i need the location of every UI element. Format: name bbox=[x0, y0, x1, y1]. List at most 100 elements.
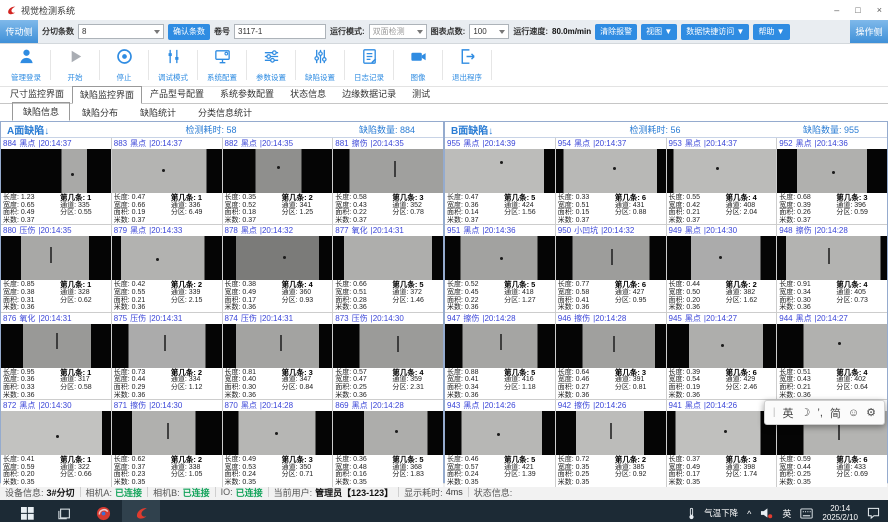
tray-expand-icon[interactable]: ^ bbox=[747, 509, 751, 519]
defect-cell[interactable]: 942擦伤|20:14:26长度: 0.72宽度: 0.35面积: 0.25米数… bbox=[556, 400, 666, 486]
defect-cell[interactable]: 884黑点|20:14:37长度: 1.23宽度: 0.65面积: 0.49米数… bbox=[1, 138, 111, 224]
toolbar-item-debug[interactable]: 调试模式 bbox=[151, 47, 195, 83]
taskbar-app-browser[interactable] bbox=[84, 500, 122, 522]
defect-cell[interactable]: 879黑点|20:14:33长度: 0.42宽度: 0.55面积: 0.21米数… bbox=[112, 225, 222, 311]
defect-cell[interactable]: 951黑点|20:14:36长度: 0.52宽度: 0.45面积: 0.22米数… bbox=[445, 225, 555, 311]
defect-image[interactable] bbox=[333, 324, 443, 368]
defect-cell[interactable]: 880压伤|20:14:35长度: 0.85宽度: 0.38面积: 0.31米数… bbox=[1, 225, 111, 311]
ime-settings-icon[interactable]: ⚙ bbox=[866, 406, 876, 419]
roll-number-input[interactable]: 3117-1 bbox=[234, 24, 326, 39]
confirm-count-button[interactable]: 确认条数 bbox=[168, 24, 210, 40]
volume-icon[interactable] bbox=[760, 507, 773, 519]
defect-image[interactable] bbox=[556, 324, 666, 368]
defect-image[interactable] bbox=[333, 411, 443, 455]
toolbar-item-camera[interactable]: 图像 bbox=[396, 47, 440, 83]
ime-halfwidth-icon[interactable]: ☽ bbox=[801, 406, 811, 419]
defect-image[interactable] bbox=[333, 236, 443, 280]
defect-image[interactable] bbox=[445, 236, 555, 280]
defect-cell[interactable]: 878黑点|20:14:32长度: 0.38宽度: 0.49面积: 0.17米数… bbox=[223, 225, 333, 311]
main-tab-6[interactable]: 边缘数据记录 bbox=[334, 85, 404, 103]
defect-image[interactable] bbox=[445, 324, 555, 368]
defect-cell[interactable]: 870黑点|20:14:28长度: 0.49宽度: 0.53面积: 0.24米数… bbox=[223, 400, 333, 486]
notification-center-icon[interactable] bbox=[867, 507, 880, 519]
slit-count-select[interactable]: 8 bbox=[78, 24, 164, 39]
defect-image[interactable] bbox=[667, 149, 777, 193]
defect-image[interactable] bbox=[1, 149, 111, 193]
defect-cell[interactable]: 949黑点|20:14:30长度: 0.44宽度: 0.50面积: 0.20米数… bbox=[667, 225, 777, 311]
defect-cell[interactable]: 944黑点|20:14:27长度: 0.51宽度: 0.43面积: 0.21米数… bbox=[777, 313, 887, 399]
minimize-button[interactable]: – bbox=[834, 6, 839, 15]
ime-emoji-icon[interactable]: ☺ bbox=[848, 407, 859, 419]
help-menu-button[interactable]: 帮助 ▼ bbox=[753, 24, 789, 40]
defect-cell[interactable]: 877氧化|20:14:31长度: 0.66宽度: 0.51面积: 0.28米数… bbox=[333, 225, 443, 311]
touch-keyboard-icon[interactable] bbox=[800, 508, 813, 519]
defect-image[interactable] bbox=[556, 149, 666, 193]
sub-tab-2[interactable]: 缺陷分布 bbox=[72, 104, 128, 121]
toolbar-item-exit[interactable]: 退出程序 bbox=[445, 47, 489, 83]
defect-image[interactable] bbox=[777, 324, 887, 368]
defect-image[interactable] bbox=[223, 324, 333, 368]
task-view-button[interactable] bbox=[46, 500, 84, 522]
taskbar-clock[interactable]: 20:14 2025/2/10 bbox=[822, 504, 858, 522]
defect-image[interactable] bbox=[333, 149, 443, 193]
thermometer-icon[interactable] bbox=[688, 507, 695, 520]
defect-image[interactable] bbox=[777, 149, 887, 193]
defect-cell[interactable]: 876氧化|20:14:31长度: 0.95宽度: 0.36面积: 0.33米数… bbox=[1, 313, 111, 399]
defect-cell[interactable]: 945黑点|20:14:27长度: 0.39宽度: 0.54面积: 0.19米数… bbox=[667, 313, 777, 399]
drive-side-button[interactable]: 传动侧 bbox=[0, 20, 38, 43]
defect-cell[interactable]: 883黑点|20:14:37长度: 0.47宽度: 0.66面积: 0.19米数… bbox=[112, 138, 222, 224]
main-tab-7[interactable]: 测试 bbox=[404, 85, 438, 103]
defect-cell[interactable]: 941黑点|20:14:26长度: 0.37宽度: 0.49面积: 0.17米数… bbox=[667, 400, 777, 486]
defect-cell[interactable]: 881擦伤|20:14:35长度: 0.58宽度: 0.43面积: 0.22米数… bbox=[333, 138, 443, 224]
ime-punctuation[interactable]: ’, bbox=[817, 407, 823, 419]
defect-image[interactable] bbox=[1, 411, 111, 455]
defect-cell[interactable]: 869黑点|20:14:28长度: 0.36宽度: 0.48面积: 0.16米数… bbox=[333, 400, 443, 486]
defect-image[interactable] bbox=[223, 236, 333, 280]
defect-image[interactable] bbox=[223, 149, 333, 193]
toolbar-item-play[interactable]: 开始 bbox=[53, 47, 97, 83]
start-button[interactable] bbox=[8, 500, 46, 522]
toolbar-item-defect-settings[interactable]: 缺陷设置 bbox=[298, 47, 342, 83]
main-tab-4[interactable]: 系统参数配置 bbox=[212, 85, 282, 103]
defect-image[interactable] bbox=[556, 236, 666, 280]
defect-cell[interactable]: 943黑点|20:14:26长度: 0.46宽度: 0.57面积: 0.24米数… bbox=[445, 400, 555, 486]
defect-cell[interactable]: 948擦伤|20:14:28长度: 0.91宽度: 0.34面积: 0.30米数… bbox=[777, 225, 887, 311]
toolbar-item-stop[interactable]: 停止 bbox=[102, 47, 146, 83]
defect-cell[interactable]: 875压伤|20:14:31长度: 0.73宽度: 0.44面积: 0.29米数… bbox=[112, 313, 222, 399]
defect-cell[interactable]: 952黑点|20:14:36长度: 0.68宽度: 0.39面积: 0.26米数… bbox=[777, 138, 887, 224]
defect-cell[interactable]: 950小凹坑|20:14:32长度: 0.77宽度: 0.58面积: 0.41米… bbox=[556, 225, 666, 311]
main-tab-5[interactable]: 状态信息 bbox=[282, 85, 334, 103]
defect-image[interactable] bbox=[1, 236, 111, 280]
defect-image[interactable] bbox=[112, 236, 222, 280]
defect-image[interactable] bbox=[667, 324, 777, 368]
defect-cell[interactable]: 953黑点|20:14:37长度: 0.55宽度: 0.42面积: 0.21米数… bbox=[667, 138, 777, 224]
toolbar-item-user[interactable]: 管理登录 bbox=[4, 47, 48, 83]
chart-points-select[interactable]: 100 bbox=[469, 24, 509, 39]
defect-cell[interactable]: 947擦伤|20:14:28长度: 0.88宽度: 0.41面积: 0.34米数… bbox=[445, 313, 555, 399]
weather-text[interactable]: 气温下降 bbox=[704, 507, 738, 519]
toolbar-item-log[interactable]: 日志记录 bbox=[347, 47, 391, 83]
sub-tab-4[interactable]: 分类信息统计 bbox=[188, 104, 262, 121]
defect-cell[interactable]: 872黑点|20:14:30长度: 0.41宽度: 0.59面积: 0.20米数… bbox=[1, 400, 111, 486]
defect-image[interactable] bbox=[667, 236, 777, 280]
defect-image[interactable] bbox=[556, 411, 666, 455]
ime-language-indicator[interactable]: 英 bbox=[782, 507, 791, 520]
main-tab-2[interactable]: 缺陷监控界面 bbox=[72, 86, 142, 104]
sub-tab-3[interactable]: 缺陷统计 bbox=[130, 104, 186, 121]
view-menu-button[interactable]: 视图 ▼ bbox=[641, 24, 677, 40]
defect-image[interactable] bbox=[1, 324, 111, 368]
defect-image[interactable] bbox=[777, 236, 887, 280]
sub-tab-1[interactable]: 缺陷信息 bbox=[12, 102, 70, 121]
run-mode-select[interactable]: 双面检测 bbox=[369, 24, 427, 39]
close-button[interactable]: × bbox=[877, 6, 882, 15]
defect-image[interactable] bbox=[112, 411, 222, 455]
defect-cell[interactable]: 871擦伤|20:14:30长度: 0.62宽度: 0.37面积: 0.23米数… bbox=[112, 400, 222, 486]
operator-side-button[interactable]: 操作侧 bbox=[850, 20, 888, 43]
taskbar-app-inspection[interactable] bbox=[122, 500, 160, 522]
defect-image[interactable] bbox=[112, 324, 222, 368]
defect-image[interactable] bbox=[445, 411, 555, 455]
main-tab-3[interactable]: 产品型号配置 bbox=[142, 85, 212, 103]
defect-cell[interactable]: 873压伤|20:14:30长度: 0.57宽度: 0.47面积: 0.25米数… bbox=[333, 313, 443, 399]
toolbar-item-system-config[interactable]: 系统配置 bbox=[200, 47, 244, 83]
defect-cell[interactable]: 882黑点|20:14:35长度: 0.35宽度: 0.52面积: 0.18米数… bbox=[223, 138, 333, 224]
